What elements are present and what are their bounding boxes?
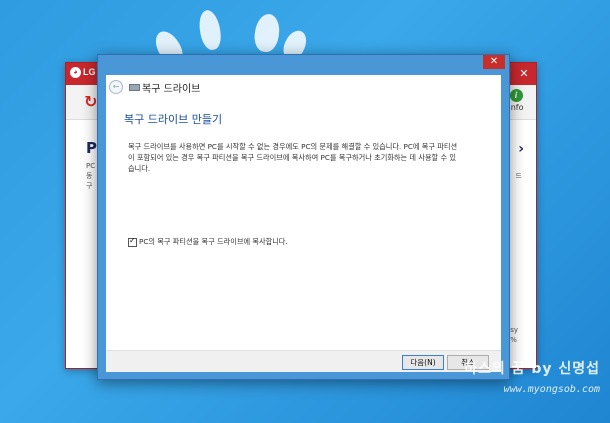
watermark: 하스의 꿈 by 신명섭 www.myongsob.com: [464, 358, 600, 395]
next-button[interactable]: 다음(N): [402, 355, 444, 370]
lg-bottom-right-text: sy %: [510, 326, 518, 344]
watermark-title: 하스의 꿈 by 신명섭: [464, 361, 600, 377]
lg-right-text: 드: [515, 172, 522, 180]
chevron-right-icon[interactable]: ›: [518, 141, 524, 157]
lg-close-icon[interactable]: ✕: [516, 66, 532, 81]
copy-partition-option[interactable]: PC의 복구 파티션을 복구 드라이브에 복사합니다.: [128, 236, 288, 247]
dialog-description: 복구 드라이브를 사용하면 PC를 시작할 수 없는 경우에도 PC의 문제를 …: [128, 142, 458, 173]
recovery-drive-dialog: ✕ ← 복구 드라이브 복구 드라이브 만들기 복구 드라이브를 사용하면 PC…: [97, 54, 510, 380]
copy-partition-checkbox[interactable]: [128, 236, 137, 247]
watermark-url: www.myongsob.com: [503, 384, 600, 395]
dialog-heading: 복구 드라이브 만들기: [124, 113, 223, 126]
close-button[interactable]: ✕: [483, 55, 505, 69]
drive-icon: [129, 84, 140, 91]
dialog-title: 복구 드라이브: [142, 84, 201, 95]
dialog-body: 복구 드라이브 만들기 복구 드라이브를 사용하면 PC를 시작할 수 없는 경…: [106, 99, 501, 350]
dialog-header: ← 복구 드라이브: [106, 75, 501, 99]
info-icon: i: [509, 89, 523, 102]
checkbox-label: PC의 복구 파티션을 복구 드라이브에 복사합니다.: [139, 237, 288, 246]
lg-logo-icon: ◕: [70, 67, 81, 78]
dialog-footer: 다음(N) 취소: [106, 350, 501, 372]
lg-logo: ◕ LG: [70, 67, 96, 78]
back-arrow-icon[interactable]: ←: [109, 80, 123, 94]
